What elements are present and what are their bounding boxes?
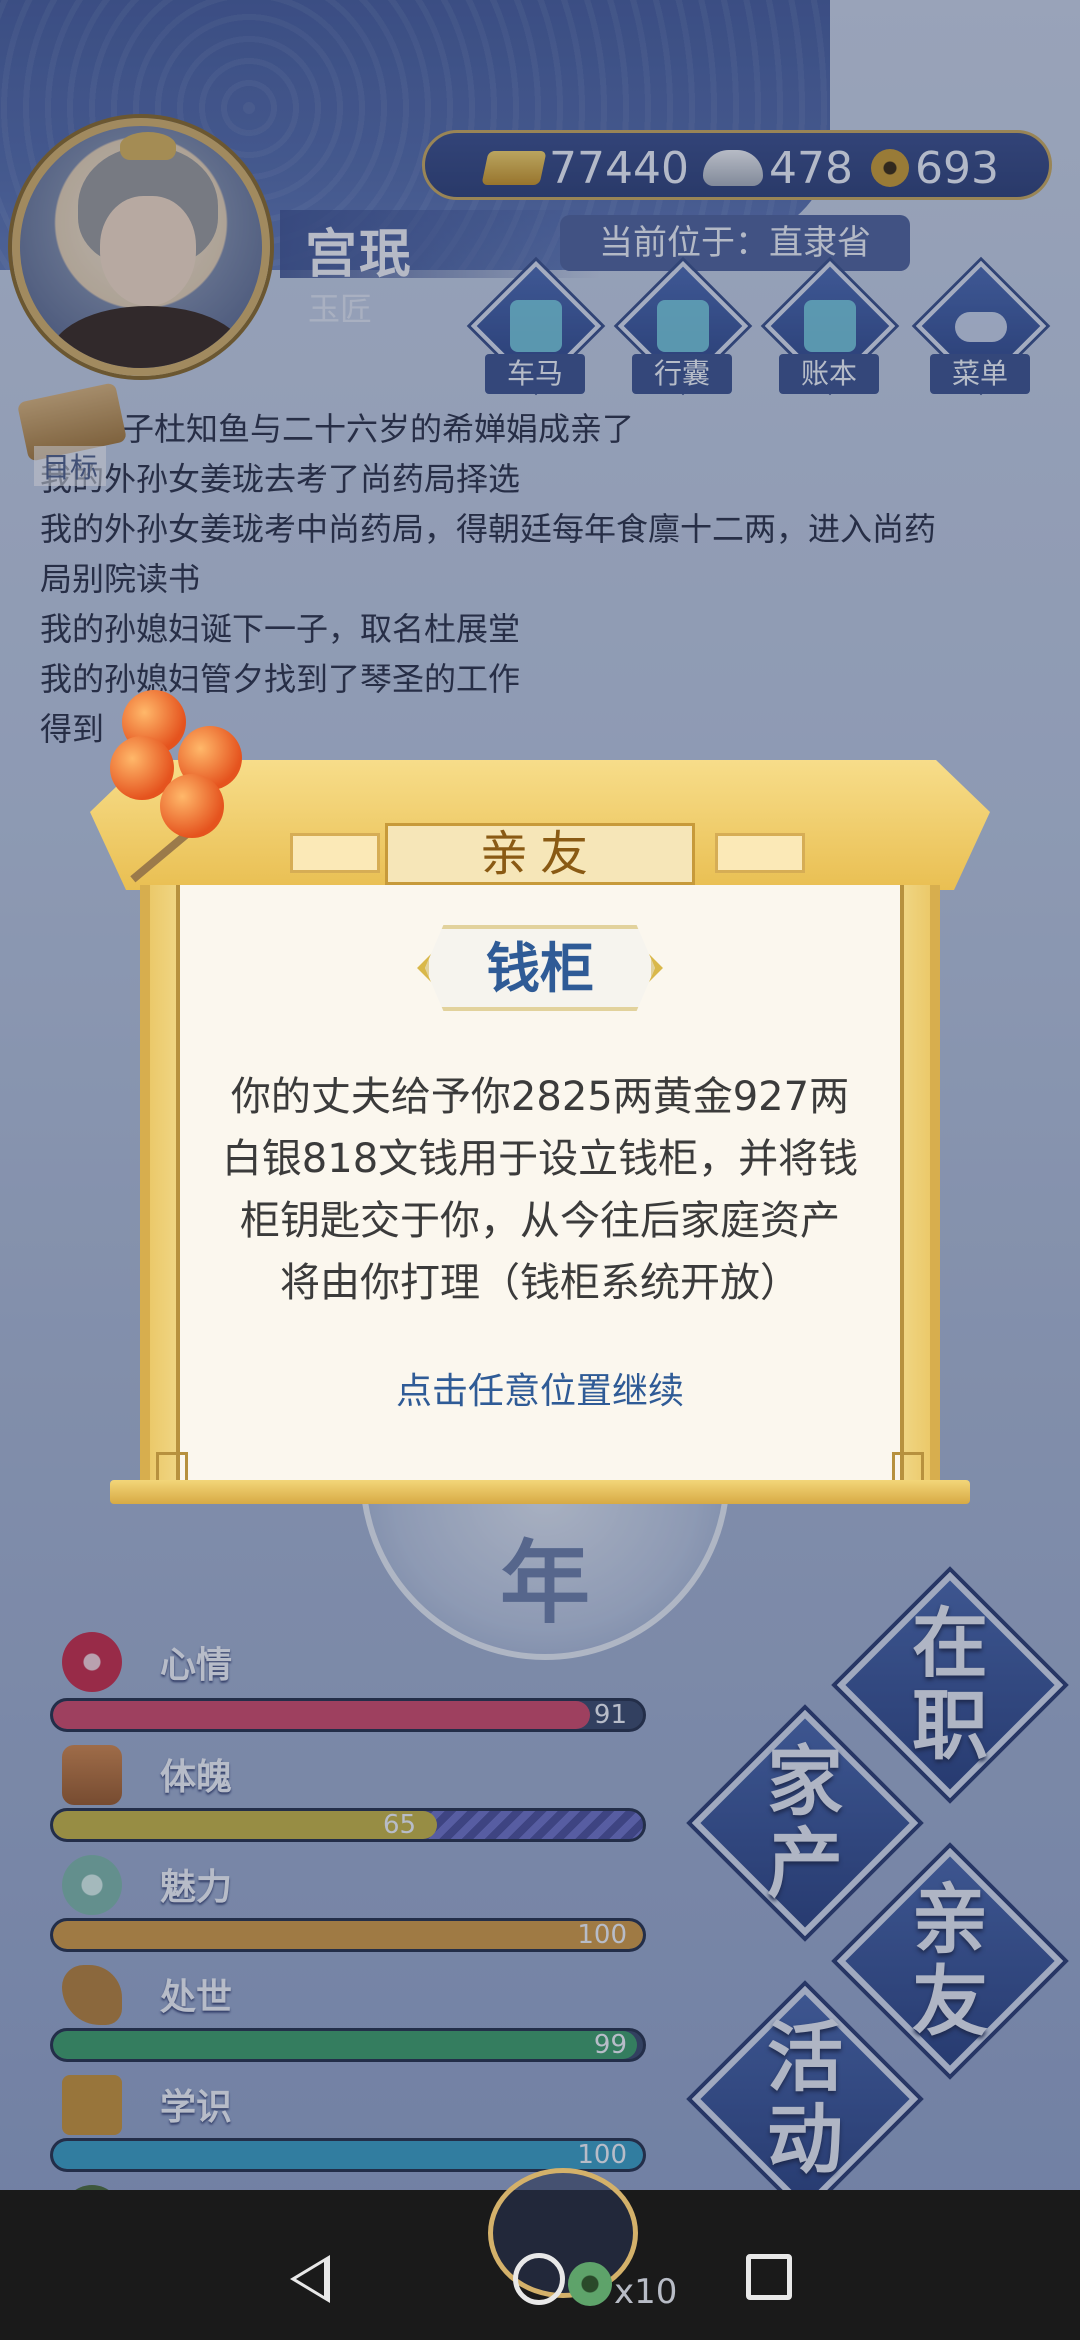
turn-count: x10 — [614, 2272, 678, 2312]
modal-header-ornament — [290, 833, 380, 873]
message-line: 白银818文钱用于设立钱柜，并将钱 — [221, 1136, 859, 1182]
modal-message: 你的丈夫给予你2825两黄金927两 白银818文钱用于设立钱柜，并将钱 柜钥匙… — [190, 1066, 890, 1314]
jade-coin-icon — [568, 2262, 612, 2306]
modal-header-ornament — [715, 833, 805, 873]
haws-ball — [160, 774, 224, 838]
home-icon[interactable] — [513, 2253, 565, 2305]
continue-hint[interactable]: 点击任意位置继续 — [190, 1362, 890, 1414]
back-icon[interactable] — [290, 2255, 330, 2303]
message-line: 柜钥匙交于你，从今往后家庭资产 — [240, 1198, 840, 1244]
message-line: 你的丈夫给予你2825两黄金927两 — [230, 1074, 850, 1120]
modal-tab-title: 亲友 — [385, 823, 695, 885]
recent-apps-icon[interactable] — [746, 2254, 792, 2300]
message-line: 将由你打理（钱柜系统开放） — [280, 1260, 800, 1306]
candied-haws-decoration — [100, 690, 300, 890]
modal-footer-frame — [110, 1480, 970, 1504]
modal-heading: 钱柜 — [425, 925, 655, 1011]
